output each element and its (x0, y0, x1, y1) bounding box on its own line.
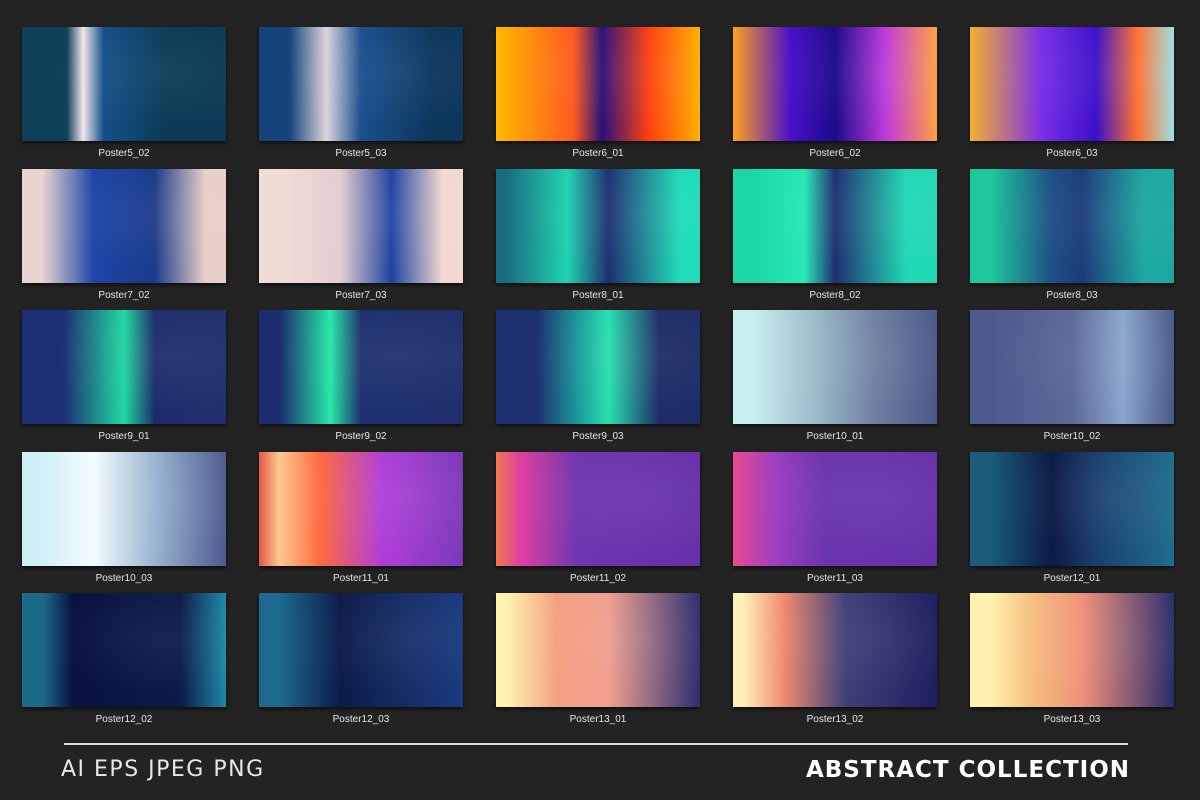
poster-thumbnail[interactable] (970, 451, 1174, 566)
poster-caption: Poster9_03 (572, 431, 624, 442)
poster-tile[interactable]: Poster9_02 (259, 310, 463, 442)
poster-tile[interactable]: Poster13_03 (970, 593, 1174, 725)
poster-caption: Poster9_01 (98, 431, 150, 442)
poster-caption: Poster7_03 (335, 289, 387, 301)
poster-caption: Poster5_03 (335, 148, 387, 159)
poster-thumbnail[interactable] (733, 451, 937, 566)
poster-tile[interactable]: Poster8_02 (733, 168, 937, 301)
poster-thumbnail[interactable] (496, 168, 700, 283)
poster-caption: Poster5_02 (98, 148, 150, 159)
poster-thumbnail[interactable] (22, 593, 226, 707)
poster-tile[interactable]: Poster9_03 (496, 310, 700, 442)
footer-divider (64, 743, 1128, 745)
poster-tile[interactable]: Poster11_02 (496, 451, 700, 584)
poster-thumbnail[interactable] (22, 168, 226, 283)
poster-thumbnail[interactable] (970, 168, 1174, 283)
poster-thumbnail[interactable] (733, 593, 937, 707)
poster-caption: Poster12_02 (95, 714, 153, 725)
poster-thumbnail[interactable] (259, 27, 463, 141)
poster-tile[interactable]: Poster7_03 (259, 168, 463, 301)
poster-caption: Poster8_02 (809, 289, 861, 301)
poster-tile[interactable]: Poster8_03 (970, 168, 1174, 301)
poster-thumbnail[interactable] (970, 310, 1174, 424)
poster-tile[interactable]: Poster8_01 (496, 168, 700, 301)
poster-tile[interactable]: Poster5_03 (259, 27, 463, 159)
poster-tile[interactable]: Poster7_02 (22, 168, 226, 301)
poster-caption: Poster10_01 (806, 431, 864, 442)
poster-caption: Poster13_03 (1043, 714, 1101, 725)
poster-thumbnail[interactable] (496, 310, 700, 424)
poster-thumbnail[interactable] (733, 27, 937, 141)
poster-thumbnail[interactable] (970, 593, 1174, 707)
poster-caption: Poster11_01 (333, 572, 389, 584)
poster-tile[interactable]: Poster10_02 (970, 310, 1174, 442)
poster-tile[interactable]: Poster6_01 (496, 27, 700, 159)
poster-caption: Poster6_02 (809, 148, 861, 159)
poster-tile[interactable]: Poster5_02 (22, 27, 226, 159)
poster-thumbnail[interactable] (496, 27, 700, 141)
poster-caption: Poster7_02 (98, 289, 150, 301)
poster-caption: Poster11_03 (807, 572, 863, 584)
poster-thumbnail[interactable] (496, 451, 700, 566)
poster-thumbnail[interactable] (259, 593, 463, 707)
file-formats-label: AI EPS JPEG PNG (61, 757, 265, 782)
poster-caption: Poster9_02 (335, 431, 387, 442)
poster-thumbnail[interactable] (733, 310, 937, 424)
poster-caption: Poster12_03 (332, 714, 390, 725)
poster-thumbnail[interactable] (259, 168, 463, 283)
poster-caption: Poster13_02 (806, 714, 864, 725)
poster-thumbnail[interactable] (259, 310, 463, 424)
poster-caption: Poster10_03 (95, 572, 153, 584)
poster-tile[interactable]: Poster6_02 (733, 27, 937, 159)
poster-tile[interactable]: Poster9_01 (22, 310, 226, 442)
poster-thumbnail[interactable] (22, 310, 226, 424)
poster-caption: Poster8_03 (1046, 289, 1098, 301)
poster-caption: Poster12_01 (1043, 572, 1101, 584)
poster-tile[interactable]: Poster11_01 (259, 451, 463, 584)
poster-caption: Poster6_03 (1046, 148, 1098, 159)
poster-caption: Poster8_01 (572, 289, 624, 301)
poster-tile[interactable]: Poster13_01 (496, 593, 700, 725)
poster-thumbnail[interactable] (970, 27, 1174, 141)
poster-thumbnail[interactable] (733, 168, 937, 283)
poster-tile[interactable]: Poster12_02 (22, 593, 226, 725)
poster-tile[interactable]: Poster11_03 (733, 451, 937, 584)
poster-tile[interactable]: Poster12_01 (970, 451, 1174, 584)
poster-caption: Poster6_01 (572, 148, 624, 159)
collection-title: ABSTRACT COLLECTION (805, 757, 1130, 783)
poster-thumbnail[interactable] (259, 451, 463, 566)
poster-caption: Poster11_02 (570, 572, 626, 584)
poster-caption: Poster13_01 (569, 714, 627, 725)
poster-tile[interactable]: Poster6_03 (970, 27, 1174, 159)
poster-tile[interactable]: Poster12_03 (259, 593, 463, 725)
poster-thumbnail[interactable] (496, 593, 700, 707)
poster-thumbnail[interactable] (22, 27, 226, 141)
poster-caption: Poster10_02 (1043, 431, 1101, 442)
poster-tile[interactable]: Poster10_03 (22, 451, 226, 584)
poster-tile[interactable]: Poster10_01 (733, 310, 937, 442)
poster-thumbnail[interactable] (22, 451, 226, 566)
poster-tile[interactable]: Poster13_02 (733, 593, 937, 725)
poster-grid: Poster5_02 Poster5_03 Poster6_01 Poster6_02… (22, 27, 1174, 725)
